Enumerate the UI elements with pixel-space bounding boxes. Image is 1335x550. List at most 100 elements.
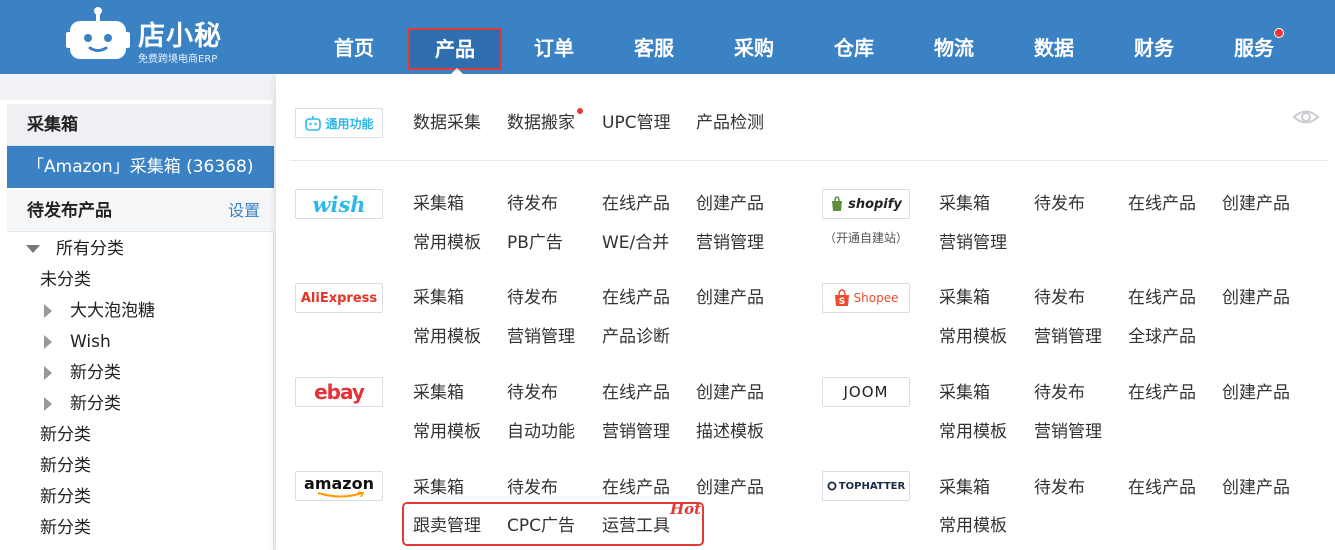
shopee-marketing[interactable]: 营销管理 [1034,325,1102,349]
ebay-logo-text: ebay [314,380,365,404]
aliexpress-collect-box[interactable]: 采集箱 [413,286,464,310]
joom-online-products[interactable]: 在线产品 [1128,381,1196,405]
joom-marketing[interactable]: 营销管理 [1034,420,1102,444]
aliexpress-create-product[interactable]: 创建产品 [696,286,764,310]
tree-item[interactable]: 新分类 [44,389,121,419]
link-data-collection[interactable]: 数据采集 [413,111,481,135]
wish-we-merge[interactable]: WE/合并 [602,231,669,255]
shopee-pending[interactable]: 待发布 [1034,286,1085,310]
amazon-online-products[interactable]: 在线产品 [602,476,670,500]
nav-data[interactable]: 数据 [1034,26,1074,70]
ebay-auto-functions[interactable]: 自动功能 [507,420,575,444]
tophatter-pending[interactable]: 待发布 [1034,476,1085,500]
ebay-pending[interactable]: 待发布 [507,381,558,405]
tree-item[interactable]: 新分类 [40,513,91,543]
nav-services[interactable]: 服务 [1234,26,1284,70]
aliexpress-marketing[interactable]: 营销管理 [507,325,575,349]
link-data-migration[interactable]: 数据搬家 [507,111,575,135]
link-upc-management[interactable]: UPC管理 [602,111,671,135]
tophatter-o-icon [827,481,837,491]
ebay-create-product[interactable]: 创建产品 [696,381,764,405]
shopee-create-product[interactable]: 创建产品 [1222,286,1290,310]
ebay-templates[interactable]: 常用模板 [413,420,481,444]
caret-right-icon[interactable] [44,397,52,411]
link-product-check[interactable]: 产品检测 [696,111,764,135]
caret-down-icon[interactable] [26,245,40,253]
tree-label: 大大泡泡糖 [70,301,155,321]
shopee-logo-text: Shopee [853,291,899,305]
amazon-smile-icon [317,491,365,498]
amazon-create-product[interactable]: 创建产品 [696,476,764,500]
ebay-description-templates[interactable]: 描述模板 [696,420,764,444]
joom-templates[interactable]: 常用模板 [939,420,1007,444]
wish-marketing[interactable]: 营销管理 [696,231,764,255]
joom-create-product[interactable]: 创建产品 [1222,381,1290,405]
tree-item[interactable]: 新分类 [40,451,91,481]
caret-right-icon[interactable] [44,335,52,349]
wish-create-product[interactable]: 创建产品 [696,192,764,216]
tree-item[interactable]: 未分类 [40,265,91,295]
amazon-pending[interactable]: 待发布 [507,476,558,500]
shopify-collect-box[interactable]: 采集箱 [939,192,990,216]
joom-logo: JOOM [822,377,910,407]
amazon-logo: amazon [295,471,383,501]
ebay-collect-box[interactable]: 采集箱 [413,381,464,405]
wish-templates[interactable]: 常用模板 [413,231,481,255]
sidebar-section-pending-publish[interactable]: 待发布产品 设置 [7,190,274,232]
tree-item[interactable]: Wish [44,327,111,357]
nav-warehouse[interactable]: 仓库 [834,26,874,70]
wish-pending[interactable]: 待发布 [507,192,558,216]
caret-right-icon[interactable] [44,304,52,318]
tophatter-templates[interactable]: 常用模板 [939,514,1007,538]
tree-label: Wish [70,332,111,352]
nav-products[interactable]: 产品 [408,28,502,70]
new-feature-dot [577,108,583,114]
aliexpress-pending[interactable]: 待发布 [507,286,558,310]
tophatter-collect-box[interactable]: 采集箱 [939,476,990,500]
shopify-create-product[interactable]: 创建产品 [1222,192,1290,216]
tophatter-online-products[interactable]: 在线产品 [1128,476,1196,500]
sidebar-section-collect-box[interactable]: 采集箱 [7,104,274,146]
joom-pending[interactable]: 待发布 [1034,381,1085,405]
general-functions-label: 通用功能 [325,116,374,131]
nav-logistics[interactable]: 物流 [934,26,974,70]
shopee-global-products[interactable]: 全球产品 [1128,325,1196,349]
settings-link[interactable]: 设置 [228,190,260,232]
tree-item[interactable]: 新分类 [44,358,121,388]
sidebar-item-amazon-collect-box[interactable]: 「Amazon」采集箱 (36368) [7,146,274,188]
ebay-online-products[interactable]: 在线产品 [602,381,670,405]
tophatter-create-product[interactable]: 创建产品 [1222,476,1290,500]
shopify-online-products[interactable]: 在线产品 [1128,192,1196,216]
amazon-collect-box[interactable]: 采集箱 [413,476,464,500]
aliexpress-diagnosis[interactable]: 产品诊断 [602,325,670,349]
aliexpress-templates[interactable]: 常用模板 [413,325,481,349]
ebay-marketing[interactable]: 营销管理 [602,420,670,444]
shopee-online-products[interactable]: 在线产品 [1128,286,1196,310]
shopify-pending[interactable]: 待发布 [1034,192,1085,216]
wish-online-products[interactable]: 在线产品 [602,192,670,216]
shopee-collect-box[interactable]: 采集箱 [939,286,990,310]
tree-root-all-categories[interactable]: 所有分类 [26,234,124,264]
wish-logo-text: wish [312,191,366,217]
shopify-marketing[interactable]: 营销管理 [939,231,1007,255]
shopify-subtitle: （开通自建站） [823,231,908,245]
nav-orders[interactable]: 订单 [534,26,574,70]
tree-item[interactable]: 大大泡泡糖 [44,296,155,326]
tree-item[interactable]: 新分类 [40,420,91,450]
nav-home[interactable]: 首页 [334,26,374,70]
logo[interactable]: 店小秘 免费跨境电商ERP [66,6,236,66]
aliexpress-online-products[interactable]: 在线产品 [602,286,670,310]
eye-icon[interactable] [1292,106,1320,128]
caret-right-icon[interactable] [44,366,52,380]
joom-collect-box[interactable]: 采集箱 [939,381,990,405]
shopping-bag-icon [832,196,843,211]
nav-purchasing[interactable]: 采购 [734,26,774,70]
tophatter-logo: TOPHATTER [822,471,910,501]
nav-customer-service[interactable]: 客服 [634,26,674,70]
logo-tagline: 免费跨境电商ERP [138,54,218,65]
tree-item[interactable]: 新分类 [40,482,91,512]
nav-finance[interactable]: 财务 [1134,26,1174,70]
wish-collect-box[interactable]: 采集箱 [413,192,464,216]
wish-pb-ads[interactable]: PB广告 [507,231,563,255]
shopee-templates[interactable]: 常用模板 [939,325,1007,349]
